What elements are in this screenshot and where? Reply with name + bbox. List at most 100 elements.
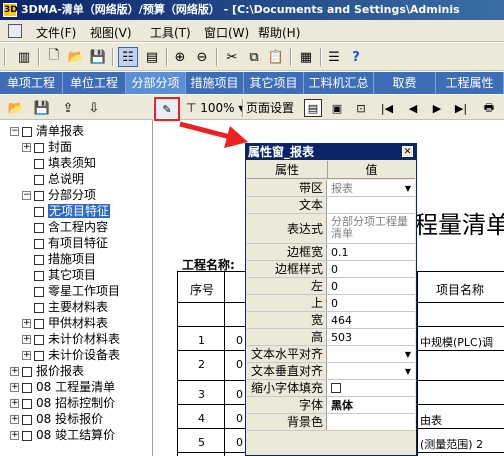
fit-page-icon[interactable]: ⊡ [352,99,370,117]
tree-view-icon[interactable]: ☷ [118,47,138,67]
property-row[interactable]: 文本垂直对齐 ▼ [247,363,415,380]
tab-labor-material-summary[interactable]: 工料机汇总 [304,72,374,94]
tree-item[interactable]: 总说明 [22,171,84,187]
list-view-icon[interactable]: ▤ [142,47,162,67]
calculator-icon[interactable]: ▦ [296,47,316,67]
tree-checkbox[interactable] [22,366,32,377]
property-row[interactable]: 背景色 [247,414,415,431]
tree-checkbox[interactable] [22,382,32,393]
tree-item[interactable]: 无项目特征 [34,203,111,219]
property-row[interactable]: 上0 [247,295,415,312]
property-row[interactable]: 文本水平对齐 ▼ [247,346,415,363]
tree-checkbox[interactable] [34,270,44,281]
first-page-icon[interactable]: |◀ [378,99,396,117]
open-folder-icon[interactable]: 📂 [66,47,86,67]
tree-checkbox[interactable] [34,302,44,313]
expand-icon[interactable]: + [10,383,19,392]
paste-icon[interactable]: 📋 [266,47,286,67]
tree-checkbox[interactable] [34,222,44,233]
tree-checkbox[interactable] [22,430,32,441]
expand-icon[interactable]: + [22,143,31,152]
print-icon[interactable]: 🖶 [480,99,498,117]
menu-file[interactable]: 文件(F) [36,24,76,41]
next-page-icon[interactable]: ▶ [428,99,446,117]
expand-icon[interactable]: + [10,415,19,424]
tree-item[interactable]: +08 投标报价 [10,411,103,427]
document-icon[interactable] [8,24,22,38]
property-value[interactable]: 分部分项工程量清单 [329,214,413,243]
tree-checkbox[interactable] [34,318,44,329]
property-value[interactable]: 黑体 [329,397,413,413]
tree-item[interactable]: + 未计价设备表 [22,347,120,363]
tree-checkbox[interactable] [34,238,44,249]
property-row[interactable]: 高 503 [247,329,415,346]
property-value[interactable]: 0 [329,261,413,277]
property-value[interactable]: 0 [329,295,413,311]
zoom-select[interactable]: ⊤ 100% ▾ [186,99,244,117]
expand-icon[interactable]: + [10,431,19,440]
property-window[interactable]: 属性窗_报表 ✕ 属性 值 带区 报表 ▼ 文本 表达式 分部分项工程量清单 边框宽 0.1 边… [245,143,417,456]
tree-checkbox[interactable] [34,174,44,185]
tree-checkbox[interactable] [34,142,44,153]
zoom-out-icon[interactable]: ⊖ [192,47,212,67]
close-icon[interactable]: ✕ [402,146,413,157]
tab-project-properties[interactable]: 工程属性 [436,72,504,94]
property-value[interactable] [329,380,413,396]
copy-icon[interactable]: ⧉ [244,47,264,67]
tree-item[interactable]: + 报价报表 [10,363,84,379]
property-row[interactable]: 字体 黑体 [247,397,415,414]
tree-item[interactable]: − 分部分项 [22,187,96,203]
tab-single-project[interactable]: 单项工程 [0,72,63,94]
property-row[interactable]: 表达式 分部分项工程量清单 [247,214,415,244]
properties-icon[interactable]: ☰ [324,47,344,67]
expand-icon[interactable]: + [22,335,31,344]
property-value[interactable]: ▼ [329,363,413,379]
tree-item[interactable]: + 封面 [22,139,72,155]
dropdown-arrow-icon[interactable]: ▼ [405,346,411,362]
property-row[interactable]: 宽 464 [247,312,415,329]
tab-sub-items[interactable]: 分部分项 [126,72,186,94]
property-value[interactable]: 0 [329,278,413,294]
dropdown-arrow-icon[interactable]: ▼ [405,363,411,379]
tree-checkbox[interactable] [22,398,32,409]
tree-checkbox[interactable] [34,254,44,265]
tree-checkbox[interactable] [34,334,44,345]
tree-checkbox[interactable] [34,190,44,201]
page-setup-button[interactable]: 页面设置 [246,99,294,117]
menu-help[interactable]: 帮助(H) [258,24,300,41]
property-value[interactable] [329,197,413,213]
property-value[interactable]: 0.1 [329,244,413,260]
property-value[interactable]: ▼ [329,346,413,362]
menu-tools[interactable]: 工具(T) [150,24,191,41]
tree-item[interactable]: 填表须知 [22,155,96,171]
tree-item[interactable]: 其它项目 [22,267,96,283]
single-page-icon[interactable]: ▤ [304,99,322,117]
tree-item[interactable]: 主要材料表 [22,299,108,315]
tab-other-items[interactable]: 其它项目 [244,72,304,94]
property-row[interactable]: 边框宽 0.1 [247,244,415,261]
toolbar-grid-icon[interactable]: ▥ [14,47,34,67]
tree-checkbox[interactable] [22,414,32,425]
tree-item[interactable]: − 清单报表 [10,123,84,139]
expand-icon[interactable]: + [22,319,31,328]
cut-icon[interactable]: ✂ [222,47,242,67]
tab-measures[interactable]: 措施项目 [186,72,244,94]
export-report-icon[interactable]: ⇩ [84,98,104,118]
tab-fees[interactable]: 取费 [374,72,436,94]
last-page-icon[interactable]: ▶| [452,99,470,117]
tree-checkbox[interactable] [34,158,44,169]
tree-item[interactable]: 措施项目 [22,251,96,267]
prev-page-icon[interactable]: ◀ [404,99,422,117]
tree-checkbox[interactable] [22,126,32,137]
property-row[interactable]: 边框样式 0 [247,261,415,278]
expand-icon[interactable]: + [10,367,19,376]
property-row[interactable]: 左0 [247,278,415,295]
property-row[interactable]: 带区 报表 ▼ [247,180,415,197]
property-row[interactable]: 缩小字体填充 [247,380,415,397]
menu-view[interactable]: 视图(V) [90,24,132,41]
property-value[interactable]: 报表 ▼ [329,180,413,196]
dropdown-arrow-icon[interactable]: ▼ [405,180,411,196]
collapse-icon[interactable]: − [10,127,19,136]
tree-item[interactable]: 含工程内容 [34,219,108,235]
expand-icon[interactable]: + [10,399,19,408]
